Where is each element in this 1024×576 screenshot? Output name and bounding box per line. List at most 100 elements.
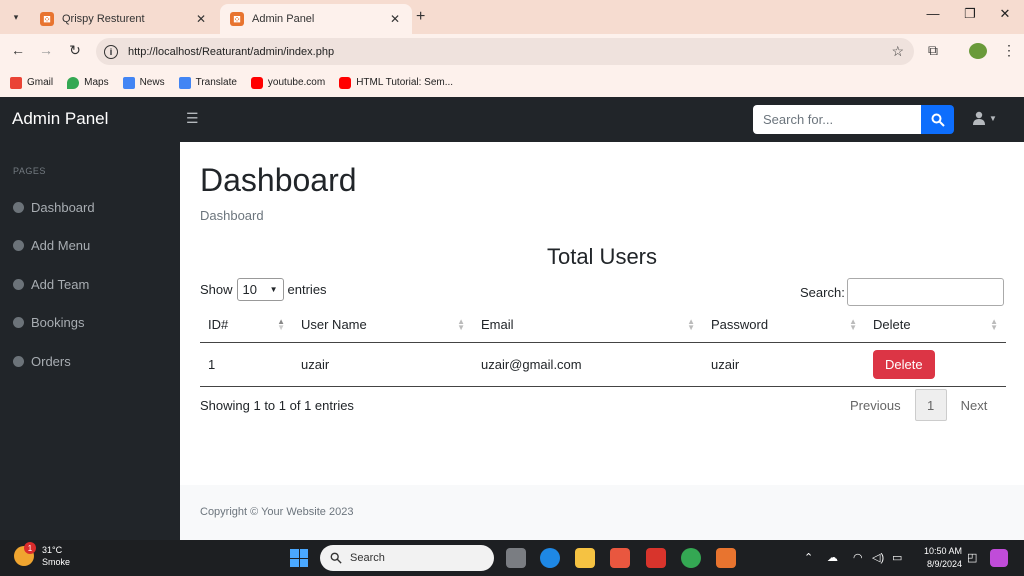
- sort-ascending-icon: ▲ ▼: [277, 317, 285, 332]
- delete-button[interactable]: Delete: [873, 349, 935, 379]
- breadcrumb: Dashboard: [200, 208, 264, 223]
- tachometer-icon: [13, 317, 24, 328]
- bookmark-label: Maps: [84, 77, 109, 88]
- store-icon[interactable]: [610, 548, 630, 568]
- tab-close-icon[interactable]: ✕: [194, 12, 208, 26]
- column-header-label: User Name: [301, 317, 367, 333]
- chrome-icon[interactable]: [681, 548, 701, 568]
- forward-icon[interactable]: →: [37, 42, 55, 58]
- tab-search-dropdown-icon[interactable]: ▾: [6, 7, 26, 27]
- bookmark-html-tutorial[interactable]: HTML Tutorial: Sem...: [339, 76, 454, 89]
- extensions-icon[interactable]: ⧉: [928, 42, 938, 59]
- weather-widget[interactable]: 1 31°C Smoke: [14, 542, 70, 568]
- bookmark-gmail[interactable]: Gmail: [10, 76, 53, 89]
- search-icon: [931, 113, 945, 127]
- sort-icon: ▲ ▼: [687, 317, 695, 332]
- task-view-icon[interactable]: [506, 548, 526, 568]
- entries-label: entries: [287, 282, 327, 297]
- bookmark-label: HTML Tutorial: Sem...: [356, 77, 454, 88]
- bookmark-label: youtube.com: [267, 77, 326, 88]
- site-info-icon[interactable]: i: [104, 44, 118, 59]
- copilot-icon[interactable]: [990, 549, 1008, 567]
- restore-icon[interactable]: ❐: [955, 6, 985, 22]
- minimize-icon[interactable]: —: [918, 6, 948, 21]
- bookmark-news[interactable]: News: [122, 76, 165, 89]
- bookmark-label: Translate: [195, 77, 237, 88]
- search-button[interactable]: [921, 105, 954, 134]
- bookmark-translate[interactable]: Translate: [178, 76, 237, 89]
- sidebar-item-add-team[interactable]: Add Team: [13, 277, 89, 292]
- bookmark-star-icon[interactable]: ☆: [891, 43, 904, 60]
- cell-username: uzair: [293, 342, 473, 387]
- screen: ▾ ⊠ Qrispy Resturent ✕ ⊠ Admin Panel ✕ +…: [0, 0, 1024, 576]
- address-bar[interactable]: i http://localhost/Reaturant/admin/index…: [96, 38, 914, 65]
- file-explorer-icon[interactable]: [575, 548, 595, 568]
- volume-icon[interactable]: ◁): [872, 551, 884, 564]
- translate-icon: [178, 76, 191, 89]
- page-title: Dashboard: [200, 162, 357, 198]
- column-header-password[interactable]: Password ▲ ▼: [703, 308, 865, 343]
- bookmark-maps[interactable]: Maps: [67, 76, 109, 89]
- notifications-icon[interactable]: ◰: [967, 551, 977, 564]
- url-text[interactable]: http://localhost/Reaturant/admin/index.p…: [128, 46, 891, 58]
- column-header-delete[interactable]: Delete ▲ ▼: [865, 308, 1006, 343]
- xampp-icon[interactable]: [716, 548, 736, 568]
- pagination: Previous 1 Next: [840, 389, 997, 421]
- taskbar-search[interactable]: Search: [320, 545, 494, 571]
- maps-icon: [67, 76, 80, 89]
- cell-delete: Delete: [865, 342, 1006, 387]
- pagination-next[interactable]: Next: [951, 398, 998, 413]
- tab-close-icon[interactable]: ✕: [388, 12, 402, 26]
- column-header-id[interactable]: ID# ▲ ▼: [200, 308, 293, 343]
- show-hidden-icons-icon[interactable]: ⌃: [804, 551, 813, 564]
- main-content: Dashboard Dashboard Total Users Show 10 ▼…: [180, 142, 1024, 485]
- sidebar-item-add-menu[interactable]: Add Menu: [13, 238, 90, 253]
- reload-icon[interactable]: ↻: [66, 42, 84, 59]
- table-header-row: ID# ▲ ▼ User Name ▲ ▼ Email ▲ ▼ Password ▲ ▼ Del…: [200, 308, 1006, 343]
- news-icon: [122, 76, 135, 89]
- wps-office-icon[interactable]: [646, 548, 666, 568]
- column-header-email[interactable]: Email ▲ ▼: [473, 308, 703, 343]
- section-title: Total Users: [546, 244, 658, 269]
- entries-select[interactable]: 10 ▼: [236, 278, 284, 301]
- brand-title[interactable]: Admin Panel: [12, 109, 108, 129]
- youtube-icon: [339, 76, 352, 89]
- cell-id: 1: [200, 342, 293, 387]
- taskbar-clock[interactable]: 10:50 AM 8/9/2024: [914, 545, 962, 571]
- browser-menu-icon[interactable]: ⋮: [1002, 42, 1016, 59]
- tab-qrispy-resturent[interactable]: ⊠ Qrispy Resturent ✕: [30, 4, 218, 34]
- bookmark-youtube[interactable]: youtube.com: [250, 76, 326, 89]
- entries-select-value: 10: [242, 282, 257, 297]
- pagination-previous[interactable]: Previous: [840, 398, 911, 413]
- tab-admin-panel[interactable]: ⊠ Admin Panel ✕: [220, 4, 412, 34]
- back-icon[interactable]: ←: [9, 42, 27, 58]
- search-input[interactable]: Search for...: [753, 105, 921, 134]
- sidebar-item-orders[interactable]: Orders: [13, 354, 71, 369]
- sidebar-item-bookings[interactable]: Bookings: [13, 315, 84, 330]
- chevron-down-icon: ▼: [269, 285, 278, 294]
- tab-title: Admin Panel: [252, 13, 315, 25]
- windows-start-icon[interactable]: [290, 549, 308, 567]
- battery-icon[interactable]: ▭: [892, 551, 902, 564]
- new-tab-icon[interactable]: +: [416, 8, 425, 26]
- onedrive-icon[interactable]: ☁: [827, 551, 838, 564]
- column-header-username[interactable]: User Name ▲ ▼: [293, 308, 473, 343]
- pagination-page-current[interactable]: 1: [914, 389, 947, 421]
- column-header-label: Email: [481, 317, 514, 333]
- caret-down-icon: ▼: [989, 113, 997, 123]
- wifi-icon[interactable]: ◠: [853, 551, 863, 564]
- xampp-favicon-icon: ⊠: [230, 12, 244, 26]
- profile-avatar[interactable]: [969, 43, 987, 59]
- edge-icon[interactable]: [540, 548, 560, 568]
- user-dropdown[interactable]: ▼: [972, 111, 997, 125]
- sidebar-item-dashboard[interactable]: Dashboard: [13, 200, 95, 215]
- user-icon: [973, 111, 985, 125]
- weather-sun-icon: 1: [14, 542, 36, 566]
- sidebar-toggle-icon[interactable]: ☰: [186, 110, 199, 127]
- clock-time: 10:50 AM: [923, 546, 962, 556]
- table-search-input[interactable]: [846, 278, 1004, 306]
- table-row: 1 uzair uzair@gmail.com uzair Delete: [200, 342, 1006, 387]
- windows-taskbar: 1 31°C Smoke Search ⌃ ☁ ◠ ◁) ▭ 10:50 AM 8/…: [0, 540, 1024, 576]
- footer: Copyright © Your Website 2023: [180, 485, 1024, 540]
- close-window-icon[interactable]: ✕: [990, 6, 1020, 22]
